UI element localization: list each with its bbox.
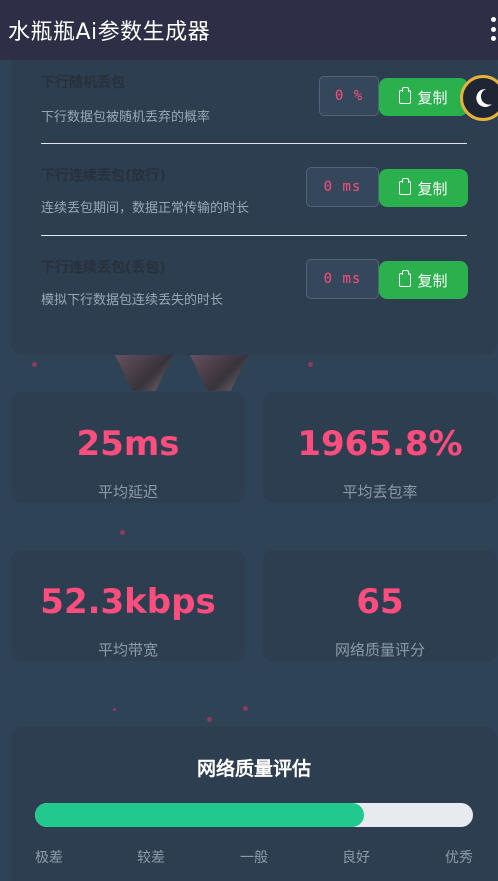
- copy-button-label: 复制: [417, 88, 448, 107]
- copy-button[interactable]: 复制: [379, 169, 468, 207]
- clipboard-icon: [399, 178, 412, 195]
- quality-title: 网络质量评估: [196, 758, 311, 780]
- copy-button[interactable]: 复制: [379, 78, 468, 116]
- stat-label: 平均带宽: [97, 641, 158, 659]
- background-dot: [113, 708, 116, 711]
- clipboard-icon: [399, 87, 412, 104]
- continuous-loss-value[interactable]: 0 ms: [306, 259, 379, 299]
- stat-value: 52.3kbps: [40, 582, 216, 622]
- setting-row-continuous-pass: 下行连续丢包(放行) 连续丢包期间，数据正常传输的时长 0 ms 复制: [41, 165, 468, 245]
- stat-label: 网络质量评分: [334, 641, 425, 659]
- clipboard-icon: [399, 270, 412, 287]
- background-dot: [207, 717, 212, 722]
- settings-card: 下行随机丢包 下行数据包被随机丢弃的概率 0 % 复制 下行连续丢包(放行) 连…: [11, 60, 497, 355]
- stat-value: 25ms: [76, 424, 180, 464]
- setting-label: 下行连续丢包(放行): [41, 168, 166, 184]
- quality-card: 网络质量评估 极差 较差 一般 良好 优秀: [11, 726, 497, 881]
- setting-label: 下行随机丢包: [41, 75, 125, 91]
- stat-label: 平均延迟: [97, 483, 158, 501]
- stat-card-latency: 25ms 平均延迟: [11, 392, 245, 503]
- setting-description: 连续丢包期间，数据正常传输的时长: [41, 201, 250, 216]
- setting-description: 模拟下行数据包连续丢失的时长: [41, 293, 224, 308]
- app-title: 水瓶瓶Ai参数生成器: [8, 20, 211, 45]
- copy-button-label: 复制: [417, 271, 448, 290]
- stat-card-packet-loss: 1965.8% 平均丢包率: [263, 392, 497, 503]
- copy-button-label: 复制: [417, 179, 448, 198]
- scale-label: 一般: [240, 850, 268, 866]
- quality-progress-fill: [35, 803, 364, 827]
- stat-card-bandwidth: 52.3kbps 平均带宽: [11, 550, 245, 661]
- setting-label: 下行连续丢包(丢包): [41, 260, 166, 276]
- copy-button[interactable]: 复制: [379, 261, 468, 299]
- background-dot: [243, 706, 248, 711]
- theme-toggle-button[interactable]: [460, 75, 498, 121]
- setting-description: 下行数据包被随机丢弃的概率: [41, 110, 211, 125]
- setting-row-continuous-loss: 下行连续丢包(丢包) 模拟下行数据包连续丢失的时长 0 ms 复制: [41, 257, 468, 337]
- scale-label: 优秀: [445, 850, 473, 866]
- scale-label: 较差: [137, 850, 165, 866]
- app-bar: 水瓶瓶Ai参数生成器: [0, 0, 498, 60]
- random-loss-value[interactable]: 0 %: [319, 76, 379, 116]
- divider: [41, 235, 467, 236]
- scale-label: 良好: [342, 850, 370, 866]
- setting-row-random-loss: 下行随机丢包 下行数据包被随机丢弃的概率 0 % 复制: [41, 72, 468, 152]
- stat-card-quality-score: 65 网络质量评分: [263, 550, 497, 661]
- background-image: [115, 355, 173, 391]
- stat-value: 65: [356, 582, 404, 622]
- background-dot: [32, 362, 37, 367]
- background-dot: [308, 362, 313, 367]
- quality-progress-bar: [35, 803, 473, 827]
- moon-icon: [476, 88, 492, 107]
- stat-label: 平均丢包率: [342, 483, 418, 501]
- stat-value: 1965.8%: [297, 424, 463, 464]
- background-image: [190, 355, 248, 391]
- divider: [41, 143, 467, 144]
- background-dot: [120, 530, 125, 535]
- scale-label: 极差: [35, 850, 63, 866]
- continuous-pass-value[interactable]: 0 ms: [306, 167, 379, 207]
- more-vert-icon[interactable]: [490, 17, 496, 41]
